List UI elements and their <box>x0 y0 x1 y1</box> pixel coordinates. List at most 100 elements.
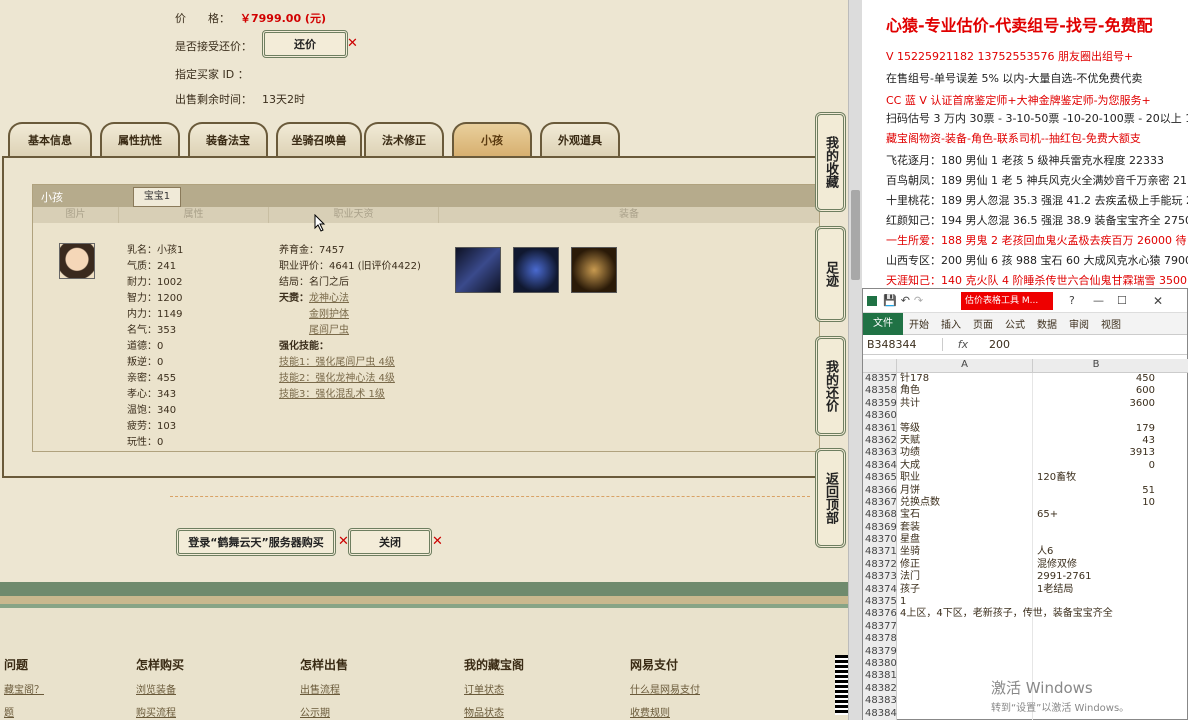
counter-offer-button[interactable]: 还价 <box>262 30 348 58</box>
undo-icon[interactable]: ↶ <box>901 294 910 307</box>
scrollbar-thumb[interactable] <box>851 190 860 280</box>
cell-a[interactable] <box>897 620 1033 634</box>
server-login-button[interactable]: 登录“鹤舞云天”服务器购买 <box>176 528 336 556</box>
tab-mounts[interactable]: 坐骑召唤兽 <box>276 122 362 156</box>
minimize-icon[interactable]: — <box>1093 294 1104 307</box>
ribbon-tab[interactable]: 公式 <box>999 316 1031 331</box>
cell-b[interactable] <box>1033 522 1159 534</box>
sheet-row[interactable]: 48378 <box>863 633 1188 646</box>
cell-b[interactable]: 179 <box>1033 423 1159 435</box>
formula-input[interactable]: 200 <box>983 338 1010 351</box>
tab-spells[interactable]: 法术修正 <box>364 122 444 156</box>
shoes-equip-icon[interactable] <box>571 247 617 293</box>
redo-icon[interactable]: ↷ <box>914 294 923 307</box>
side-tab-footprints[interactable]: 足迹 <box>815 226 846 322</box>
sheet-row[interactable]: 48358 角色 600 <box>863 385 1188 398</box>
footer-link[interactable]: 订单状态 <box>464 681 524 696</box>
cell-a[interactable]: 修正 <box>897 558 1033 572</box>
footer-link[interactable]: 公示期 <box>300 704 348 719</box>
talent-link[interactable]: 龙神心法 <box>309 293 349 304</box>
cell-a[interactable]: 套装 <box>897 521 1033 535</box>
cell-a[interactable]: 孩子 <box>897 583 1033 597</box>
skill-link[interactable]: 技能3：强化混乱术 1级 <box>279 387 421 403</box>
cell-b[interactable] <box>1033 621 1159 633</box>
footer-link[interactable]: 什么是网易支付 <box>630 681 700 696</box>
maximize-icon[interactable]: ☐ <box>1117 294 1127 307</box>
sheet-row[interactable]: 48372 修正 混修双修 <box>863 558 1188 572</box>
sheet-row[interactable]: 48377 <box>863 620 1188 634</box>
cell-b[interactable]: 1老结局 <box>1033 584 1159 596</box>
cell-a[interactable]: 月饼 <box>897 484 1033 497</box>
sheet-row[interactable]: 48359 共计 3600 <box>863 397 1188 411</box>
cell-b[interactable] <box>1033 596 1159 608</box>
sheet-row[interactable]: 48361 等级 179 <box>863 422 1188 435</box>
cell-b[interactable]: 混修双修 <box>1033 559 1159 571</box>
sheet-grid[interactable]: A B 48357 针178 450 48358 角色 600 48359 共计 3600 483… <box>863 359 1188 720</box>
tab-appearance[interactable]: 外观道具 <box>540 122 620 156</box>
tab-attributes[interactable]: 属性抗性 <box>100 122 180 156</box>
cell-b[interactable] <box>1033 534 1159 546</box>
skill-link[interactable]: 技能2：强化龙神心法 4级 <box>279 371 421 387</box>
cell-a[interactable]: 功绩 <box>897 447 1033 460</box>
sheet-row[interactable]: 48374 孩子 1老结局 <box>863 583 1188 597</box>
skill-link[interactable]: 技能1：强化尾闾尸虫 4级 <box>279 355 421 371</box>
footer-link[interactable]: 收费规则 <box>630 704 700 719</box>
sheet-row[interactable]: 48360 <box>863 410 1188 423</box>
close-icon[interactable]: ✕ <box>1153 294 1163 308</box>
cell-b[interactable]: 3913 <box>1033 447 1159 459</box>
cell-b[interactable]: 43 <box>1033 435 1159 447</box>
sheet-row[interactable]: 48363 功绩 3913 <box>863 447 1188 460</box>
cell-a[interactable] <box>897 657 1033 671</box>
cell-a[interactable]: 大成 <box>897 459 1033 473</box>
tab-equipment[interactable]: 装备法宝 <box>188 122 268 156</box>
tab-child[interactable]: 小孩 <box>452 122 532 156</box>
ribbon-tab[interactable]: 开始 <box>903 316 935 331</box>
side-tab-back-to-top[interactable]: 返回顶部 <box>815 448 846 548</box>
cell-a[interactable] <box>897 633 1033 646</box>
talent-link[interactable]: 金刚护体 <box>279 307 421 323</box>
sheet-row[interactable]: 48373 法门 2991-2761 <box>863 571 1188 584</box>
col-header-b[interactable]: B <box>1033 359 1159 372</box>
cell-b[interactable]: 10 <box>1033 497 1159 509</box>
cell-b[interactable]: 3600 <box>1033 398 1159 410</box>
cell-b[interactable]: 600 <box>1033 385 1159 397</box>
cell-b[interactable]: 0 <box>1033 460 1159 472</box>
cell-a[interactable]: 星盘 <box>897 534 1033 547</box>
cell-a[interactable]: 法门 <box>897 571 1033 584</box>
cell-a[interactable] <box>897 645 1033 658</box>
cell-a[interactable]: 天赋 <box>897 434 1033 448</box>
sheet-row[interactable]: 48364 大成 0 <box>863 459 1188 473</box>
cell-b[interactable] <box>1033 608 1159 620</box>
save-icon[interactable]: 💾 <box>883 294 897 307</box>
sheet-row[interactable]: 48367 兑换点数 10 <box>863 496 1188 510</box>
cell-a[interactable]: 1 <box>897 596 1033 609</box>
sheet-row[interactable]: 48369 套装 <box>863 521 1188 535</box>
cell-b[interactable]: 450 <box>1033 373 1159 385</box>
ribbon-tab[interactable]: 视图 <box>1095 316 1127 331</box>
cell-a[interactable]: 角色 <box>897 385 1033 398</box>
ribbon-tab[interactable]: 审阅 <box>1063 316 1095 331</box>
name-box[interactable]: B348344 <box>863 338 943 351</box>
cell-a[interactable]: 职业 <box>897 472 1033 485</box>
cell-a[interactable]: 坐骑 <box>897 546 1033 559</box>
cell-b[interactable]: 2991-2761 <box>1033 571 1159 583</box>
ribbon-tab-file[interactable]: 文件 <box>863 312 903 335</box>
sheet-row[interactable]: 48379 <box>863 645 1188 658</box>
ribbon-tab[interactable]: 页面 <box>967 316 999 331</box>
tab-basic-info[interactable]: 基本信息 <box>8 122 92 156</box>
cell-b[interactable]: 65+ <box>1033 509 1159 521</box>
cell-a[interactable]: 针178 <box>897 373 1033 386</box>
footer-link[interactable]: 物品状态 <box>464 704 524 719</box>
cell-b[interactable] <box>1033 658 1159 670</box>
charm-equip-icon[interactable] <box>513 247 559 293</box>
sheet-row[interactable]: 48368 宝石 65+ <box>863 509 1188 522</box>
page-scrollbar[interactable] <box>848 0 862 720</box>
ribbon-tab[interactable]: 数据 <box>1031 316 1063 331</box>
sheet-row[interactable]: 48365 职业 120畜牧 <box>863 472 1188 485</box>
cell-b[interactable] <box>1033 633 1159 645</box>
sheet-row[interactable]: 48362 天赋 43 <box>863 434 1188 448</box>
cell-a[interactable] <box>897 410 1033 423</box>
footer-link[interactable]: 浏览装备 <box>136 681 184 696</box>
cell-b[interactable] <box>1033 646 1159 658</box>
sheet-row[interactable]: 48375 1 <box>863 596 1188 609</box>
